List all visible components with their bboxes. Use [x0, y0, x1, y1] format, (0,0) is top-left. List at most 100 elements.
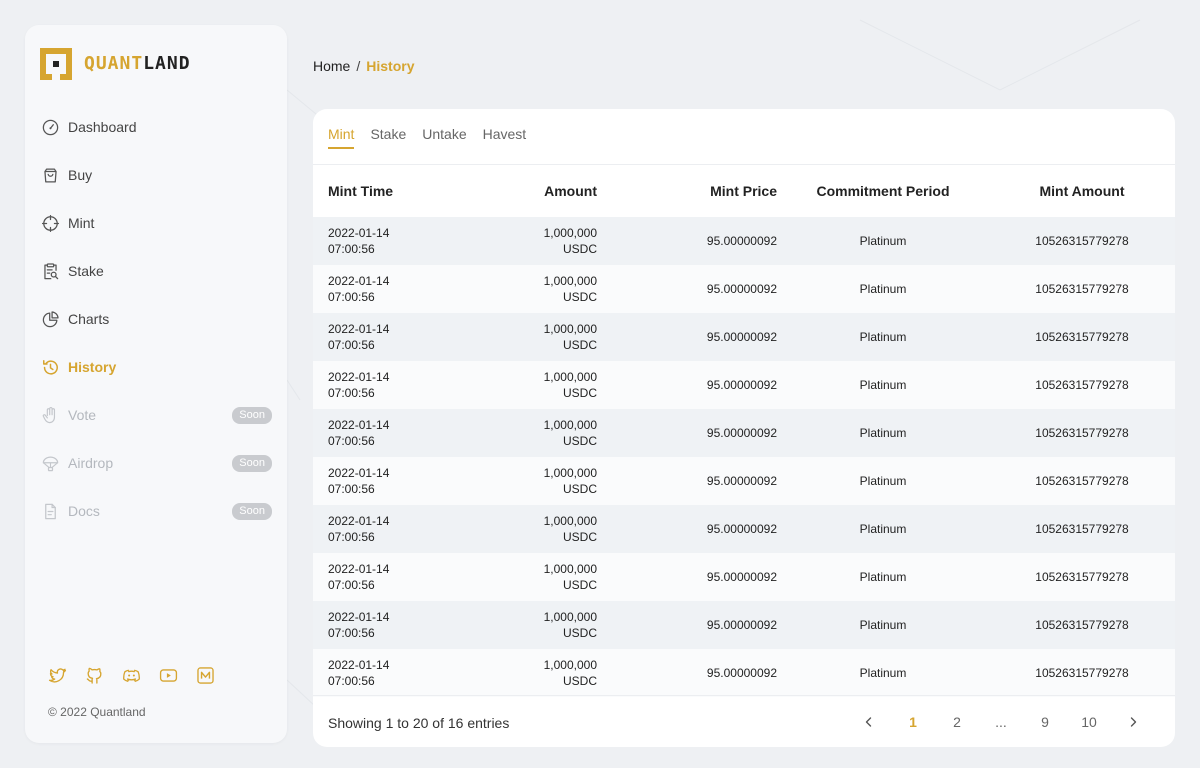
cell-amount-value: 1,000,000 — [543, 514, 597, 528]
col-mint-price[interactable]: Mint Price — [597, 165, 777, 217]
cell-commitment-period: Platinum — [859, 330, 907, 344]
cell-amount-unit: USDC — [562, 434, 597, 448]
history-icon — [40, 357, 60, 377]
cell-amount: 1,000,000 USDC — [473, 505, 597, 553]
cell-amount: 1,000,000 USDC — [473, 361, 597, 409]
cell-mint-price: 95.00000092 — [706, 282, 777, 296]
soon-badge: Soon — [232, 407, 272, 424]
brand-name-part1: QUANT — [84, 53, 144, 74]
brand-name: QUANTLAND — [84, 55, 191, 73]
page-button-2[interactable]: 2 — [935, 708, 979, 736]
table-row: 2022-01-14 07:00:56 1,000,000 USDC 95.000000… — [313, 457, 1175, 505]
cell-time: 07:00:56 — [328, 626, 375, 640]
table-footer: Showing 1 to 20 of 16 entries 1 2... 9 10 — [313, 695, 1175, 747]
col-mint-time[interactable]: Mint Time — [313, 165, 473, 217]
sidebar-item-docs[interactable]: Docs Soon — [40, 487, 272, 535]
sidebar-nav: Dashboard Buy Mint Stake Charts History Vote So… — [40, 103, 272, 535]
history-table: Mint Time Amount Mint Price Commitment P… — [313, 165, 1175, 697]
col-amount[interactable]: Amount — [473, 165, 597, 217]
cell-time: 07:00:56 — [328, 386, 375, 400]
soon-badge: Soon — [232, 455, 272, 472]
cell-amount: 1,000,000 USDC — [473, 265, 597, 313]
table-row: 2022-01-14 07:00:56 1,000,000 USDC 95.000000… — [313, 553, 1175, 601]
cell-mint-time: 2022-01-14 07:00:56 — [313, 361, 473, 409]
cell-mint-time: 2022-01-14 07:00:56 — [313, 217, 473, 265]
cell-mint-amount: 10526315779278 — [1035, 666, 1129, 680]
col-mint-amount[interactable]: Mint Amount — [989, 165, 1175, 217]
sidebar-item-charts[interactable]: Charts — [40, 295, 272, 343]
table-row: 2022-01-14 07:00:56 1,000,000 USDC 95.000000… — [313, 409, 1175, 457]
cell-time: 07:00:56 — [328, 338, 375, 352]
cell-commitment-period: Platinum — [859, 618, 907, 632]
chevron-right-icon[interactable] — [1111, 708, 1155, 736]
parachute-icon — [40, 453, 60, 473]
cell-commitment-period: Platinum — [859, 282, 907, 296]
cell-mint-price: 95.00000092 — [706, 618, 777, 632]
page-ellipsis: ... — [995, 714, 1007, 730]
crosshair-icon — [40, 213, 60, 233]
medium-icon[interactable] — [196, 666, 215, 685]
brand-logo[interactable]: QUANTLAND — [40, 48, 191, 80]
table-row: 2022-01-14 07:00:56 1,000,000 USDC 95.000000… — [313, 505, 1175, 553]
chevron-left-icon[interactable] — [847, 708, 891, 736]
cell-mint-time: 2022-01-14 07:00:56 — [313, 409, 473, 457]
discord-icon[interactable] — [122, 666, 141, 685]
cell-date: 2022-01-14 — [328, 370, 390, 384]
sidebar-item-history[interactable]: History — [40, 343, 272, 391]
cell-commitment-period: Platinum — [859, 426, 907, 440]
table-row: 2022-01-14 07:00:56 1,000,000 USDC 95.000000… — [313, 361, 1175, 409]
page-button-9[interactable]: 9 — [1023, 708, 1067, 736]
tab-havest[interactable]: Havest — [483, 126, 527, 149]
sidebar-item-stake[interactable]: Stake — [40, 247, 272, 295]
soon-badge: Soon — [232, 503, 272, 520]
tab-stake[interactable]: Stake — [370, 126, 406, 149]
table-header-row: Mint Time Amount Mint Price Commitment P… — [313, 165, 1175, 217]
cell-mint-price: 95.00000092 — [706, 234, 777, 248]
breadcrumb-home[interactable]: Home — [313, 58, 350, 74]
cell-amount: 1,000,000 USDC — [473, 601, 597, 649]
sidebar-item-vote[interactable]: Vote Soon — [40, 391, 272, 439]
hand-icon — [40, 405, 60, 425]
cell-mint-price: 95.00000092 — [706, 330, 777, 344]
cell-mint-price: 95.00000092 — [706, 474, 777, 488]
sidebar-item-airdrop[interactable]: Airdrop Soon — [40, 439, 272, 487]
github-icon[interactable] — [85, 666, 104, 685]
table-row: 2022-01-14 07:00:56 1,000,000 USDC 95.000000… — [313, 601, 1175, 649]
page-button-1[interactable]: 1 — [891, 708, 935, 736]
cell-mint-amount: 10526315779278 — [1035, 522, 1129, 536]
cell-commitment-period: Platinum — [859, 378, 907, 392]
cell-amount-value: 1,000,000 — [543, 322, 597, 336]
cell-commitment-period: Platinum — [859, 666, 907, 680]
cell-mint-time: 2022-01-14 07:00:56 — [313, 553, 473, 601]
sidebar-item-buy[interactable]: Buy — [40, 151, 272, 199]
page-button-10[interactable]: 10 — [1067, 708, 1111, 736]
cell-mint-amount: 10526315779278 — [1035, 234, 1129, 248]
table-body: 2022-01-14 07:00:56 1,000,000 USDC 95.000000… — [313, 217, 1175, 697]
cell-amount-value: 1,000,000 — [543, 466, 597, 480]
sidebar-item-label: Docs — [68, 503, 100, 519]
cell-time: 07:00:56 — [328, 578, 375, 592]
cell-amount-value: 1,000,000 — [543, 418, 597, 432]
sidebar-item-label: Buy — [68, 167, 93, 183]
cell-time: 07:00:56 — [328, 530, 375, 544]
tab-untake[interactable]: Untake — [422, 126, 466, 149]
sidebar-item-label: Vote — [68, 407, 97, 423]
cell-mint-amount: 10526315779278 — [1035, 474, 1129, 488]
cell-amount: 1,000,000 USDC — [473, 457, 597, 505]
document-icon — [40, 501, 60, 521]
tab-mint[interactable]: Mint — [328, 126, 355, 149]
sidebar-item-mint[interactable]: Mint — [40, 199, 272, 247]
youtube-icon[interactable] — [159, 666, 178, 685]
cell-amount-value: 1,000,000 — [543, 658, 597, 672]
sidebar-item-dashboard[interactable]: Dashboard — [40, 103, 272, 151]
cell-mint-amount: 10526315779278 — [1035, 618, 1129, 632]
cell-commitment-period: Platinum — [859, 522, 907, 536]
shopping-bag-icon — [40, 165, 60, 185]
cell-time: 07:00:56 — [328, 434, 375, 448]
col-commitment-period[interactable]: Commitment Period — [777, 165, 989, 217]
cell-mint-amount: 10526315779278 — [1035, 426, 1129, 440]
breadcrumb: Home / History — [313, 58, 414, 74]
table-row: 2022-01-14 07:00:56 1,000,000 USDC 95.000000… — [313, 313, 1175, 361]
cell-mint-price: 95.00000092 — [706, 378, 777, 392]
twitter-icon[interactable] — [48, 666, 67, 685]
